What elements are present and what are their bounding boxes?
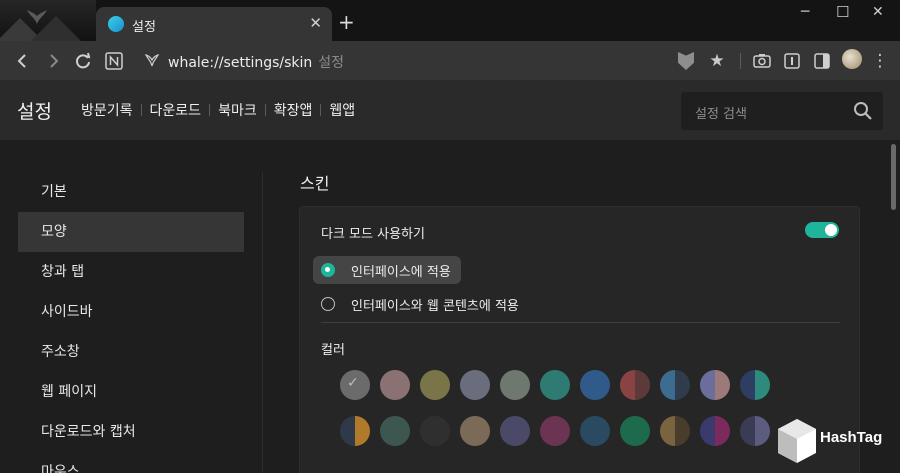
close-window-icon[interactable]: ✕ [872, 4, 884, 20]
sidebar-divider [262, 172, 263, 473]
check-icon: ✓ [347, 375, 359, 391]
radio-unselected-icon [321, 297, 335, 311]
nav-webapps[interactable]: 웹앱 [329, 100, 355, 120]
color-swatch[interactable] [740, 370, 770, 400]
radio-interface-only[interactable]: 인터페이스에 적용 [313, 256, 461, 284]
watermark-logo-icon [778, 419, 816, 463]
nav-downloads[interactable]: 다운로드 [150, 100, 202, 120]
url-value: whale://settings/skin [168, 55, 313, 71]
sidebar-item-mouse[interactable]: 마우스 [18, 452, 244, 473]
color-swatch[interactable] [700, 370, 730, 400]
color-swatch[interactable] [380, 370, 410, 400]
sidebar-toggle-icon[interactable] [811, 50, 833, 72]
sidebar-item-sidebar[interactable]: 사이드바 [18, 292, 244, 332]
section-title-skin: 스킨 [300, 174, 330, 193]
radio-interface-and-web[interactable]: 인터페이스와 웹 콘텐츠에 적용 [313, 290, 529, 318]
settings-search-input[interactable]: 설정 검색 [681, 92, 883, 130]
watermark-text: HashTag [820, 429, 883, 446]
sidebar-item-windows-tabs[interactable]: 창과 탭 [18, 252, 244, 292]
hashtag-watermark: HashTag [776, 415, 900, 473]
toolbar-divider [740, 53, 741, 69]
tab-strip: 설정 ✕ + ─ ☐ ✕ [0, 0, 900, 41]
settings-header: 설정 방문기록 다운로드 북마크 확장앱 웹앱 설정 검색 [0, 80, 900, 141]
scrollbar-thumb[interactable] [891, 144, 896, 210]
new-tab-button[interactable]: + [338, 12, 355, 32]
search-placeholder: 설정 검색 [695, 107, 747, 122]
maximize-icon[interactable]: ☐ [836, 3, 849, 21]
forward-icon[interactable] [42, 50, 64, 72]
color-swatch[interactable] [460, 416, 490, 446]
sidebar-item-basic[interactable]: 기본 [18, 172, 244, 212]
search-icon[interactable] [853, 101, 873, 121]
reload-icon[interactable] [72, 50, 94, 72]
color-swatch[interactable] [420, 370, 450, 400]
settings-main: 기본 모양 창과 탭 사이드바 주소창 웹 페이지 다운로드와 캡처 마우스 스… [0, 142, 900, 473]
sidebar-item-address-bar[interactable]: 주소창 [18, 332, 244, 372]
color-swatch[interactable] [340, 416, 370, 446]
whale-url-icon [144, 52, 160, 68]
naver-icon[interactable] [103, 50, 125, 72]
color-swatch[interactable] [700, 416, 730, 446]
toolbar: whale://settings/skin 설정 ★ ⋮ [0, 41, 900, 80]
sidebar-item-web-page[interactable]: 웹 페이지 [18, 372, 244, 412]
color-swatch[interactable] [460, 370, 490, 400]
color-swatch[interactable] [620, 370, 650, 400]
back-icon[interactable] [12, 50, 34, 72]
color-label: 컬러 [321, 343, 345, 358]
color-swatch[interactable] [500, 370, 530, 400]
whale-tail-icon [27, 10, 47, 24]
tab-settings[interactable]: 설정 ✕ [96, 7, 332, 41]
color-swatch[interactable] [380, 416, 410, 446]
menu-icon[interactable]: ⋮ [869, 50, 891, 72]
color-swatch[interactable] [500, 416, 530, 446]
whale-favicon-icon [108, 16, 124, 32]
shield-icon[interactable] [678, 52, 694, 70]
card-divider [321, 322, 840, 323]
address-bar[interactable]: whale://settings/skin 설정 [168, 52, 344, 72]
dark-mode-toggle[interactable] [805, 222, 839, 238]
star-icon[interactable]: ★ [706, 50, 728, 72]
radio-label: 인터페이스와 웹 콘텐츠에 적용 [351, 298, 519, 314]
nav-extensions[interactable]: 확장앱 [274, 100, 313, 120]
sidebar-item-appearance[interactable]: 모양 [18, 212, 244, 252]
settings-sidebar: 기본 모양 창과 탭 사이드바 주소창 웹 페이지 다운로드와 캡처 마우스 [18, 172, 244, 473]
toggle-knob [825, 224, 837, 236]
color-swatch[interactable] [660, 370, 690, 400]
nav-divider [264, 104, 266, 116]
radio-selected-icon [321, 263, 335, 277]
header-nav: 방문기록 다운로드 북마크 확장앱 웹앱 [81, 100, 355, 120]
whale-logo-area [0, 0, 96, 41]
sidebar-item-download-capture[interactable]: 다운로드와 캡처 [18, 412, 244, 452]
nav-divider [140, 104, 142, 116]
color-swatch[interactable] [620, 416, 650, 446]
color-swatch[interactable]: ✓ [340, 370, 370, 400]
url-hint: 설정 [318, 55, 345, 71]
nav-divider [209, 104, 211, 116]
dark-mode-label: 다크 모드 사용하기 [321, 227, 425, 242]
color-swatch[interactable] [580, 416, 610, 446]
avatar[interactable] [842, 49, 862, 69]
close-tab-icon[interactable]: ✕ [309, 14, 322, 32]
color-swatch[interactable] [540, 416, 570, 446]
reader-icon[interactable] [781, 50, 803, 72]
camera-icon[interactable] [751, 50, 773, 72]
nav-divider [320, 104, 322, 116]
color-swatch[interactable] [420, 416, 450, 446]
radio-label: 인터페이스에 적용 [351, 264, 451, 280]
tab-title: 설정 [132, 20, 156, 35]
page-title: 설정 [17, 101, 52, 123]
color-swatch[interactable] [540, 370, 570, 400]
color-swatch[interactable] [660, 416, 690, 446]
color-swatch[interactable] [740, 416, 770, 446]
nav-bookmarks[interactable]: 북마크 [218, 100, 257, 120]
minimize-icon[interactable]: ─ [801, 4, 809, 20]
color-swatch[interactable] [580, 370, 610, 400]
nav-history[interactable]: 방문기록 [81, 100, 133, 120]
